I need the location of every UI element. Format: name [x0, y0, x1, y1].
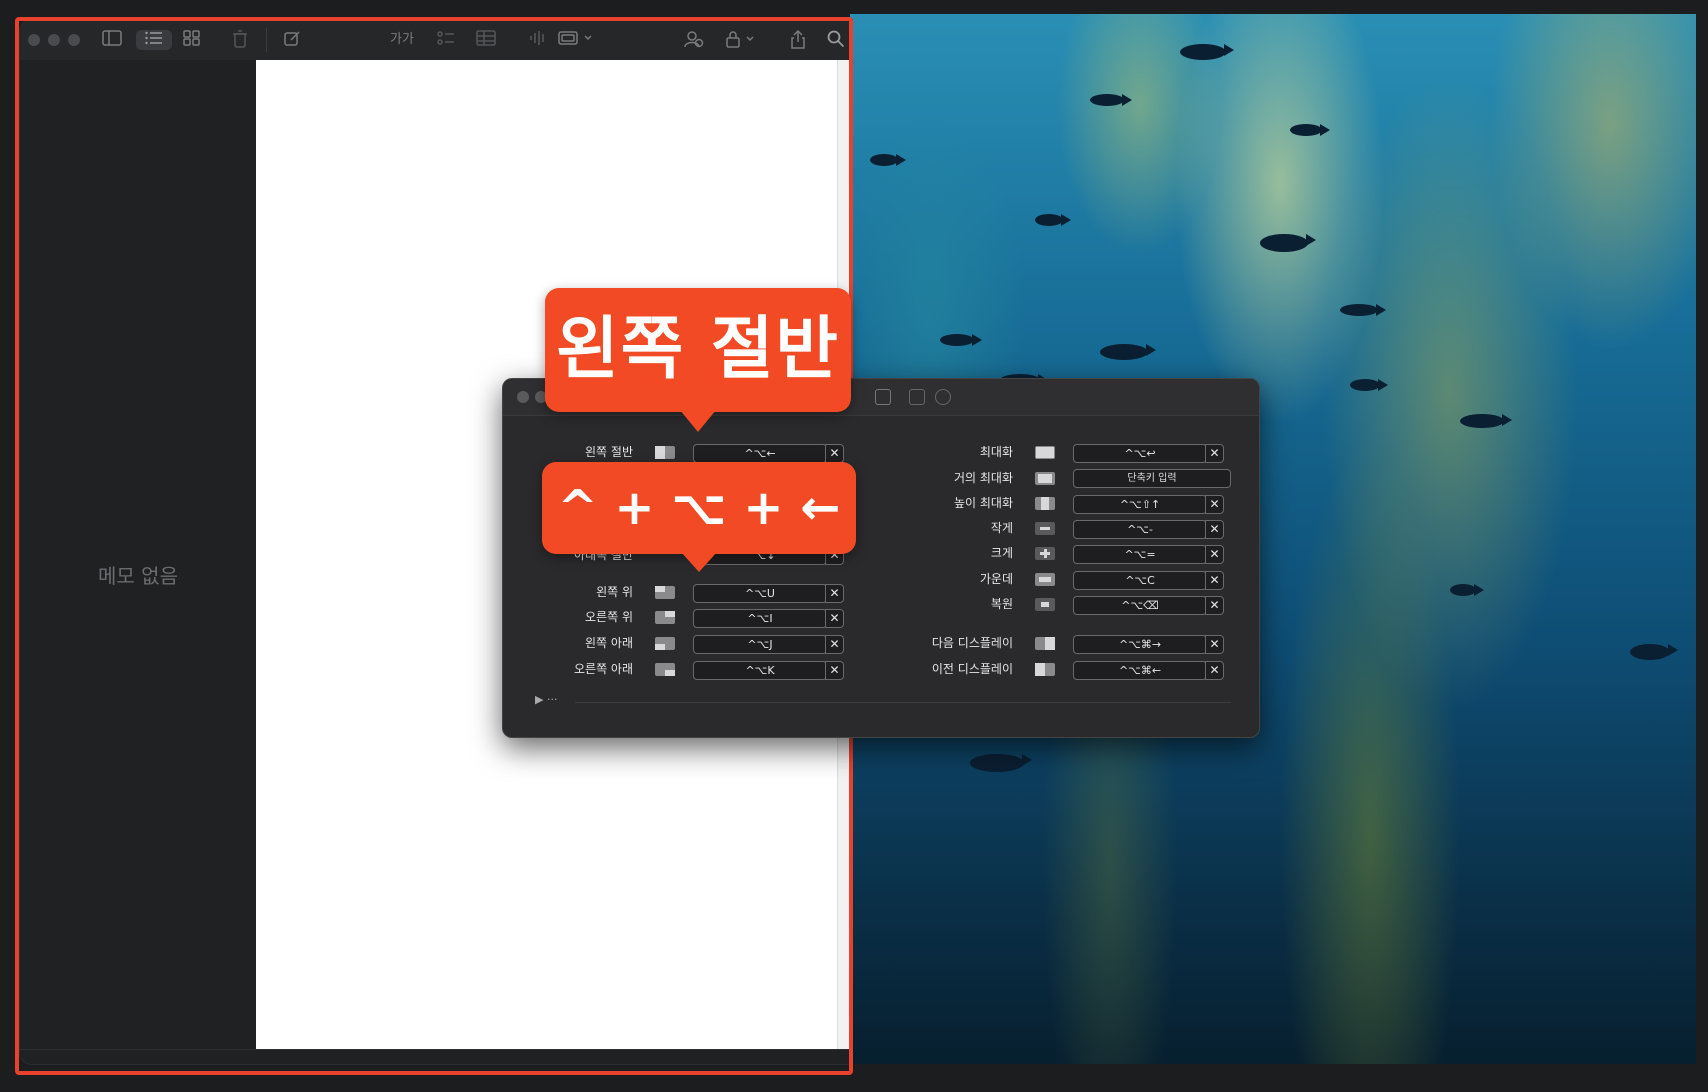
shortcut-field-next-display[interactable]: ^⌥⌘→	[1073, 635, 1207, 654]
shortcut-label: 왼쪽 위	[596, 585, 633, 599]
top-right-icon	[655, 611, 675, 624]
shortcut-field-larger[interactable]: ^⌥=	[1073, 545, 1207, 564]
clear-shortcut-button[interactable]: ✕	[825, 661, 844, 680]
smaller-icon	[1035, 522, 1055, 535]
shortcut-label: 이전 디스플레이	[931, 662, 1013, 676]
maximize-icon	[1035, 446, 1055, 459]
clear-shortcut-button[interactable]: ✕	[1205, 520, 1224, 539]
shortcut-label: 높이 최대화	[953, 496, 1013, 510]
center-icon	[1035, 573, 1055, 586]
shortcut-label: 가운데	[979, 572, 1013, 586]
callout-keys-text: ^ + ⌥ + ←	[557, 480, 841, 536]
snap-tab-icon[interactable]	[909, 389, 925, 405]
shortcut-field-center[interactable]: ^⌥C	[1073, 571, 1207, 590]
left-half-icon	[655, 446, 675, 459]
shortcut-label: 왼쪽 절반	[585, 445, 633, 459]
clear-shortcut-button[interactable]: ✕	[1205, 661, 1224, 680]
shortcut-label: 왼쪽 아래	[585, 636, 633, 650]
shortcut-field-top-right[interactable]: ^⌥I	[693, 609, 827, 628]
clear-shortcut-button[interactable]: ✕	[825, 584, 844, 603]
bottom-left-icon	[655, 637, 675, 650]
shortcut-field-previous-display[interactable]: ^⌥⌘←	[1073, 661, 1207, 680]
shortcut-field-left-half[interactable]: ^⌥←	[693, 444, 827, 463]
shortcut-label: 크게	[990, 546, 1013, 560]
shortcut-field-top-left[interactable]: ^⌥U	[693, 584, 827, 603]
shortcut-field-maximize-height[interactable]: ^⌥⇧↑	[1073, 495, 1207, 514]
clear-shortcut-button[interactable]: ✕	[1205, 444, 1224, 463]
shortcut-label: 최대화	[979, 445, 1013, 459]
clear-shortcut-button[interactable]: ✕	[825, 635, 844, 654]
clear-shortcut-button[interactable]: ✕	[1205, 571, 1224, 590]
next-display-icon	[1035, 637, 1055, 650]
almost-maximize-icon	[1035, 472, 1055, 485]
top-left-icon	[655, 586, 675, 599]
maximize-height-icon	[1035, 497, 1055, 510]
advanced-disclosure-toggle[interactable]: ▶ ···	[535, 693, 557, 706]
panel-divider	[575, 702, 1231, 703]
shortcut-keys-callout: ^ + ⌥ + ←	[542, 462, 856, 572]
shortcut-label: 작게	[990, 521, 1013, 535]
callout-pointer	[680, 410, 716, 432]
shortcut-label: 복원	[990, 597, 1013, 611]
window-tab-icon[interactable]	[875, 389, 891, 405]
settings-tab-icon[interactable]	[935, 389, 951, 405]
clear-shortcut-button[interactable]: ✕	[825, 444, 844, 463]
shortcut-label: 오른쪽 위	[585, 610, 633, 624]
larger-icon	[1035, 547, 1055, 560]
callout-title-text: 왼쪽 절반	[556, 310, 840, 389]
previous-display-icon	[1035, 663, 1055, 676]
shortcut-field-almost-maximize[interactable]: 단축키 입력	[1073, 469, 1231, 488]
shortcut-preferences-panel: 왼쪽 절반 ^⌥← ✕ 아래쪽 절반 ^⌥↓ ✕ 왼쪽 위 ^⌥U ✕ 오른쪽 …	[502, 378, 1260, 738]
clear-shortcut-button[interactable]: ✕	[825, 609, 844, 628]
left-half-callout: 왼쪽 절반	[545, 288, 851, 432]
shortcut-field-maximize[interactable]: ^⌥↩	[1073, 444, 1207, 463]
clear-shortcut-button[interactable]: ✕	[1205, 495, 1224, 514]
shortcut-label: 다음 디스플레이	[931, 636, 1013, 650]
clear-shortcut-button[interactable]: ✕	[1205, 596, 1224, 615]
shortcut-label: 거의 최대화	[953, 471, 1013, 485]
restore-icon	[1035, 598, 1055, 611]
clear-shortcut-button[interactable]: ✕	[1205, 635, 1224, 654]
shortcut-field-bottom-left[interactable]: ^⌥J	[693, 635, 827, 654]
shortcut-field-restore[interactable]: ^⌥⌫	[1073, 596, 1207, 615]
shortcut-field-smaller[interactable]: ^⌥-	[1073, 520, 1207, 539]
shortcut-field-bottom-right[interactable]: ^⌥K	[693, 661, 827, 680]
shortcut-label: 오른쪽 아래	[573, 662, 633, 676]
panel-close-button[interactable]	[517, 391, 529, 403]
bottom-right-icon	[655, 663, 675, 676]
clear-shortcut-button[interactable]: ✕	[1205, 545, 1224, 564]
callout-pointer	[681, 552, 717, 572]
